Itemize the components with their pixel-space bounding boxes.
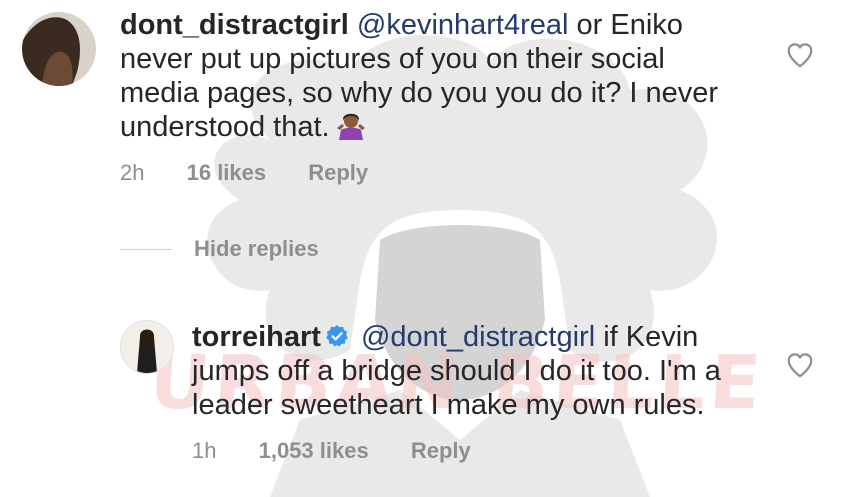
- comment-reply: torreihart @dont_distractgirl if Kevin j…: [0, 300, 859, 497]
- avatar-image: [22, 12, 96, 86]
- verified-badge-icon: [326, 325, 348, 347]
- hide-replies-button[interactable]: Hide replies: [120, 236, 319, 262]
- avatar[interactable]: [120, 320, 174, 374]
- comment-likes[interactable]: 16 likes: [187, 160, 267, 185]
- comment-meta: 2h 16 likes Reply: [120, 160, 404, 186]
- reply-button[interactable]: Reply: [411, 438, 471, 463]
- comment-time: 2h: [120, 160, 145, 185]
- divider-line: [120, 248, 172, 250]
- heart-icon[interactable]: [785, 350, 815, 380]
- hide-replies-label: Hide replies: [194, 236, 319, 261]
- comment-time: 1h: [192, 438, 217, 463]
- avatar[interactable]: [22, 12, 96, 86]
- woman-shrugging-emoji: [336, 113, 365, 140]
- comment-1: dont_distractgirl @kevinhart4real or Eni…: [0, 0, 859, 200]
- comment-mention[interactable]: @kevinhart4real: [357, 9, 569, 41]
- avatar-image: [121, 321, 173, 373]
- comment-mention[interactable]: @dont_distractgirl: [361, 321, 595, 353]
- comment-body: torreihart @dont_distractgirl if Kevin j…: [192, 320, 752, 422]
- comment-username[interactable]: torreihart: [192, 321, 321, 353]
- reply-button[interactable]: Reply: [308, 160, 368, 185]
- comment-meta: 1h 1,053 likes Reply: [192, 438, 507, 464]
- comment-likes[interactable]: 1,053 likes: [259, 438, 369, 463]
- heart-icon[interactable]: [785, 40, 815, 70]
- comment-body: dont_distractgirl @kevinhart4real or Eni…: [120, 8, 720, 144]
- comment-username[interactable]: dont_distractgirl: [120, 9, 349, 41]
